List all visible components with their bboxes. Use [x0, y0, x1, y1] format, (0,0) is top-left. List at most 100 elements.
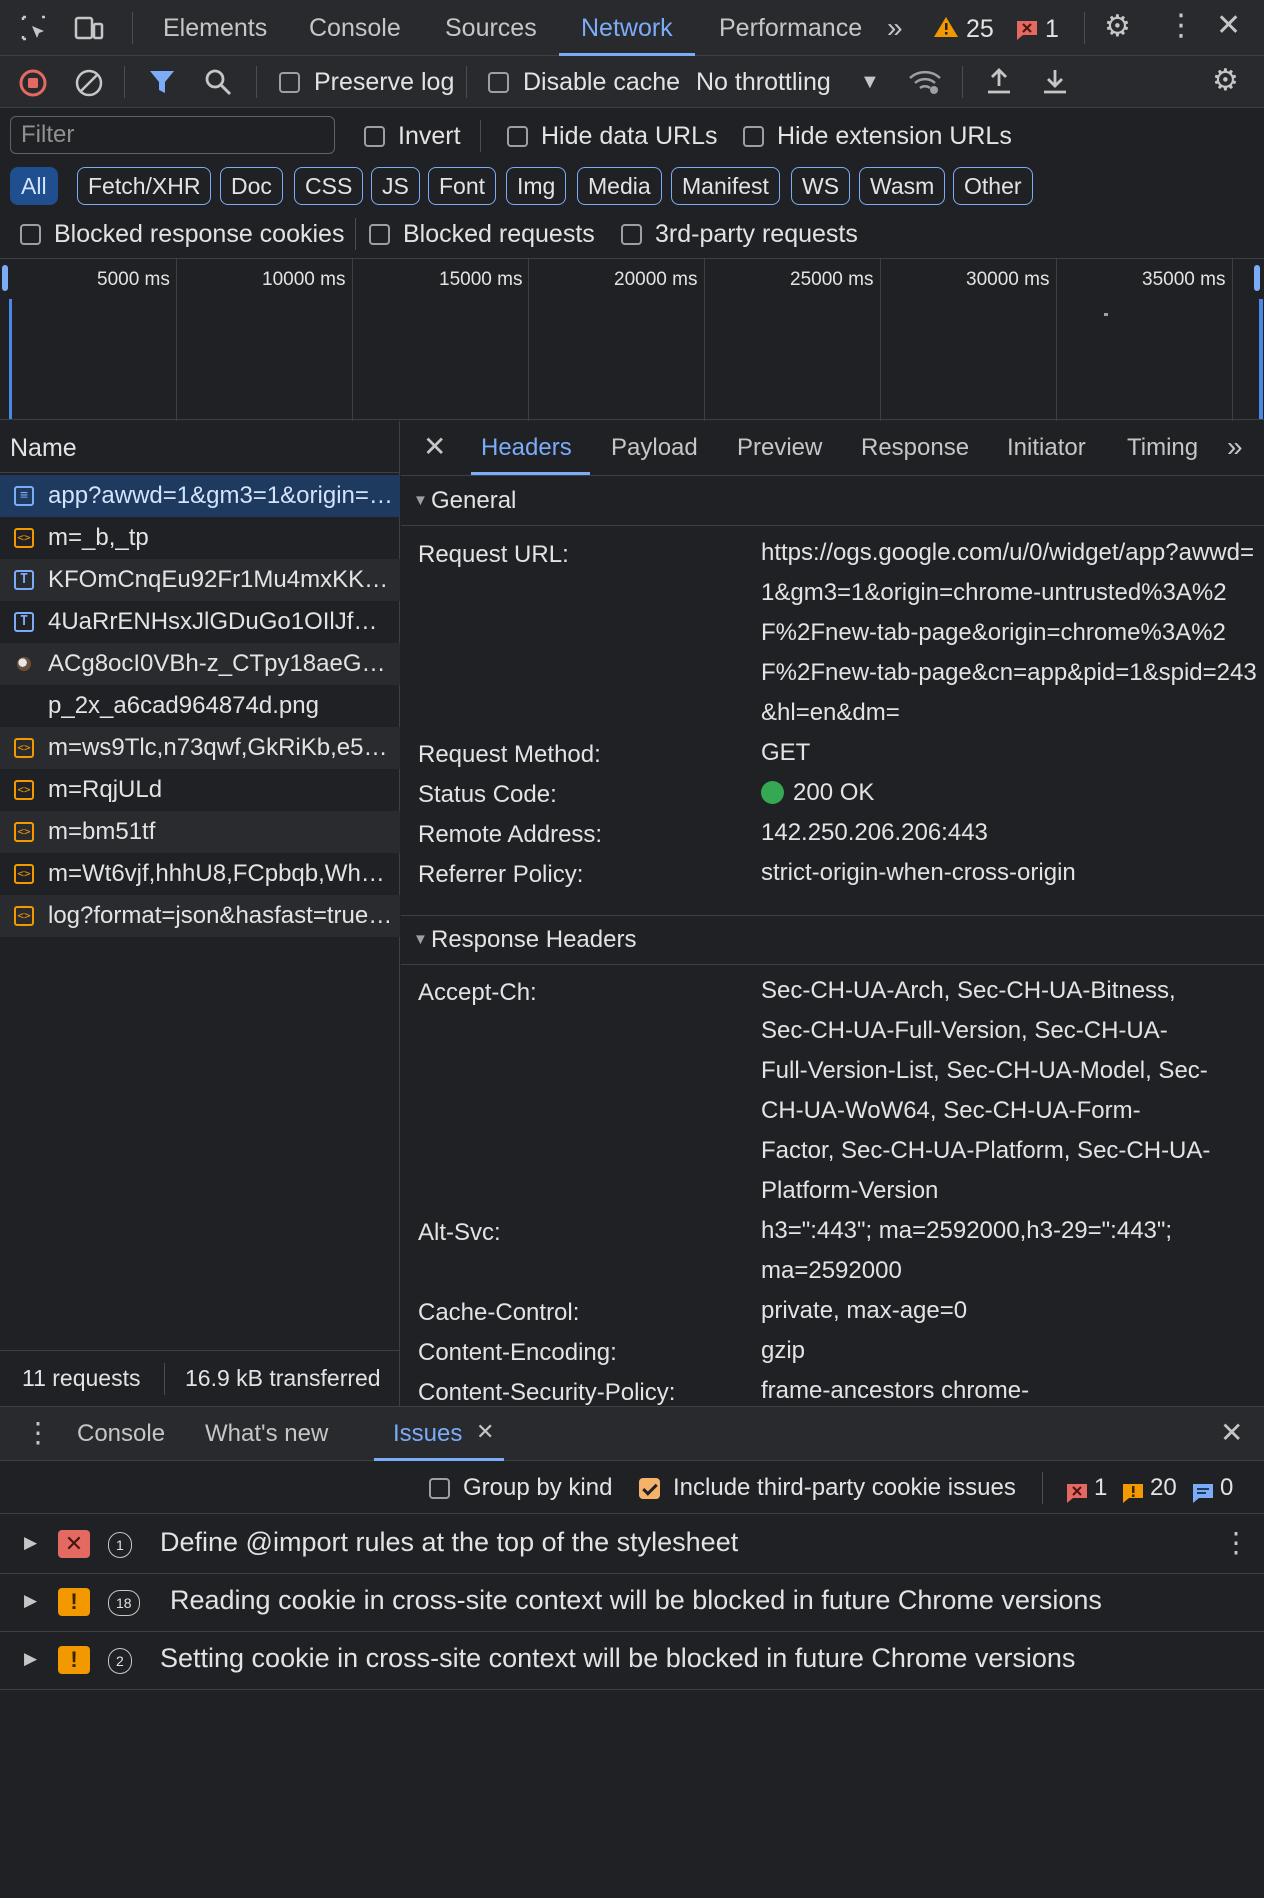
- request-row[interactable]: <> log?format=json&hasfast=true&authuser…: [0, 895, 400, 937]
- blocked-response-cookies-label[interactable]: Blocked response cookies: [54, 220, 344, 249]
- request-row[interactable]: <> m=bm51tf: [0, 811, 400, 853]
- request-row[interactable]: p_2x_a6cad964874d.png: [0, 685, 400, 727]
- chip-wasm[interactable]: Wasm: [859, 167, 946, 205]
- chip-media[interactable]: Media: [577, 167, 662, 205]
- response-headers-section-header[interactable]: ▼ Response Headers: [401, 915, 1264, 965]
- network-conditions-wifi-icon[interactable]: [908, 68, 942, 100]
- tab-performance[interactable]: Performance: [719, 0, 862, 56]
- third-party-requests-label[interactable]: 3rd-party requests: [655, 220, 858, 249]
- expand-arrow-icon[interactable]: ▶: [24, 1533, 37, 1553]
- third-party-requests-checkbox[interactable]: [621, 224, 642, 245]
- drawer-tab-issues[interactable]: Issues: [393, 1407, 462, 1461]
- issue-row[interactable]: ▶ ! 2 Setting cookie in cross-site conte…: [0, 1631, 1264, 1690]
- chevron-down-icon[interactable]: ▼: [860, 72, 880, 92]
- tab-response[interactable]: Response: [861, 421, 969, 475]
- drawer-tab-console[interactable]: Console: [77, 1407, 165, 1461]
- tab-headers[interactable]: Headers: [471, 421, 590, 475]
- preserve-log-checkbox[interactable]: [279, 72, 300, 93]
- chip-manifest[interactable]: Manifest: [671, 167, 780, 205]
- tab-preview[interactable]: Preview: [737, 421, 822, 475]
- export-har-download-icon[interactable]: [1040, 66, 1070, 100]
- preserve-log-label[interactable]: Preserve log: [314, 68, 454, 97]
- more-tabs-chevron-icon[interactable]: »: [1227, 433, 1243, 461]
- hide-data-urls-label[interactable]: Hide data URLs: [541, 122, 717, 151]
- close-devtools-icon[interactable]: ✕: [1216, 11, 1241, 41]
- close-issues-tab-icon[interactable]: ✕: [476, 1421, 494, 1443]
- clear-icon[interactable]: [74, 68, 104, 102]
- tab-payload[interactable]: Payload: [611, 421, 698, 475]
- general-section-header[interactable]: ▼ General: [401, 477, 1264, 526]
- hide-extension-urls-checkbox[interactable]: [743, 126, 764, 147]
- chip-other[interactable]: Other: [953, 167, 1033, 205]
- request-row[interactable]: <> m=RqjULd: [0, 769, 400, 811]
- name-column-header[interactable]: Name: [10, 434, 77, 463]
- issues-warning-count: 20: [1150, 1474, 1177, 1501]
- chip-css[interactable]: CSS: [294, 167, 364, 205]
- warning-triangle-icon[interactable]: [933, 15, 959, 43]
- warning-count[interactable]: 25: [966, 15, 994, 44]
- group-by-kind-checkbox[interactable]: [429, 1478, 450, 1499]
- settings-gear-icon[interactable]: ⚙: [1104, 12, 1131, 42]
- request-list-header[interactable]: Name: [0, 421, 400, 473]
- issue-row[interactable]: ▶ ! 18 Reading cookie in cross-site cont…: [0, 1573, 1264, 1632]
- request-row[interactable]: ≡ app?awwd=1&gm3=1&origin=chrome-untrust…: [0, 475, 400, 517]
- request-row[interactable]: T KFOmCnqEu92Fr1Mu4mxKKTU1Kg.woff2: [0, 559, 400, 601]
- import-har-upload-icon[interactable]: [984, 66, 1014, 100]
- network-settings-gear-icon[interactable]: ⚙: [1212, 66, 1239, 96]
- close-drawer-icon[interactable]: ✕: [1220, 1419, 1243, 1447]
- overview-left-handle[interactable]: [2, 265, 8, 291]
- chip-font[interactable]: Font: [428, 167, 497, 205]
- request-row[interactable]: ACg8ocI0VBh-z_CTpy18aeGmQ: [0, 643, 400, 685]
- request-row[interactable]: <> m=ws9Tlc,n73qwf,GkRiKb,e5qFLc,IZT63,U…: [0, 727, 400, 769]
- request-row[interactable]: T 4UaRrENHsxJlGDuGo1OIlJfC6l_24rlCK1Yo_I…: [0, 601, 400, 643]
- issue-row[interactable]: ▶ ✕ 1 Define @import rules at the top of…: [0, 1515, 1264, 1574]
- throttling-select[interactable]: No throttling: [696, 68, 831, 97]
- close-details-icon[interactable]: ✕: [423, 433, 446, 461]
- inspect-element-icon[interactable]: [20, 14, 48, 46]
- blocked-response-cookies-checkbox[interactable]: [20, 224, 41, 245]
- include-third-party-cookie-checkbox[interactable]: [639, 1478, 660, 1499]
- overview-right-handle[interactable]: [1254, 265, 1260, 291]
- chip-ws[interactable]: WS: [791, 167, 851, 205]
- drawer-menu-icon[interactable]: ⋮: [24, 1419, 52, 1447]
- tab-network[interactable]: Network: [559, 0, 695, 56]
- chip-all[interactable]: All: [10, 167, 58, 205]
- search-icon[interactable]: [204, 68, 232, 100]
- group-by-kind-label[interactable]: Group by kind: [463, 1474, 612, 1502]
- more-options-icon[interactable]: ⋮: [1166, 11, 1196, 41]
- chip-fetch-xhr[interactable]: Fetch/XHR: [77, 167, 212, 205]
- disable-cache-label[interactable]: Disable cache: [523, 68, 680, 97]
- include-third-party-cookie-label[interactable]: Include third-party cookie issues: [673, 1474, 1016, 1502]
- tab-sources[interactable]: Sources: [445, 0, 537, 56]
- disable-cache-checkbox[interactable]: [488, 72, 509, 93]
- tab-timing[interactable]: Timing: [1127, 421, 1198, 475]
- hide-extension-urls-label[interactable]: Hide extension URLs: [777, 122, 1012, 151]
- expand-arrow-icon[interactable]: ▶: [24, 1591, 37, 1611]
- font-icon: T: [14, 612, 34, 632]
- expand-arrow-icon[interactable]: ▶: [24, 1649, 37, 1669]
- chip-img[interactable]: Img: [506, 167, 567, 205]
- chip-doc[interactable]: Doc: [220, 167, 283, 205]
- invert-label[interactable]: Invert: [398, 122, 461, 151]
- hide-data-urls-checkbox[interactable]: [507, 126, 528, 147]
- stop-recording-icon[interactable]: [18, 68, 48, 102]
- error-count[interactable]: 1: [1045, 15, 1059, 44]
- tab-console[interactable]: Console: [309, 0, 401, 56]
- filter-funnel-icon[interactable]: [148, 68, 176, 100]
- device-toolbar-icon[interactable]: [74, 14, 104, 46]
- filter-input[interactable]: [10, 116, 335, 154]
- chip-js[interactable]: JS: [371, 167, 420, 205]
- tab-elements[interactable]: Elements: [163, 0, 267, 56]
- issues-error-count: 1: [1094, 1474, 1108, 1501]
- issue-more-options-icon[interactable]: ⋮: [1222, 1529, 1250, 1557]
- request-row[interactable]: <> m=Wt6vjf,hhhU8,FCpbqb,WhJNk: [0, 853, 400, 895]
- error-badge-icon[interactable]: [1016, 18, 1038, 44]
- invert-checkbox[interactable]: [364, 126, 385, 147]
- blocked-requests-checkbox[interactable]: [369, 224, 390, 245]
- tab-initiator[interactable]: Initiator: [1007, 421, 1086, 475]
- drawer-tab-whats-new[interactable]: What's new: [205, 1407, 328, 1461]
- network-overview-timeline[interactable]: 5000 ms 10000 ms 15000 ms 20000 ms 25000…: [0, 258, 1264, 421]
- more-tabs-chevron-icon[interactable]: »: [887, 14, 903, 42]
- blocked-requests-label[interactable]: Blocked requests: [403, 220, 595, 249]
- request-row[interactable]: <> m=_b,_tp: [0, 517, 400, 559]
